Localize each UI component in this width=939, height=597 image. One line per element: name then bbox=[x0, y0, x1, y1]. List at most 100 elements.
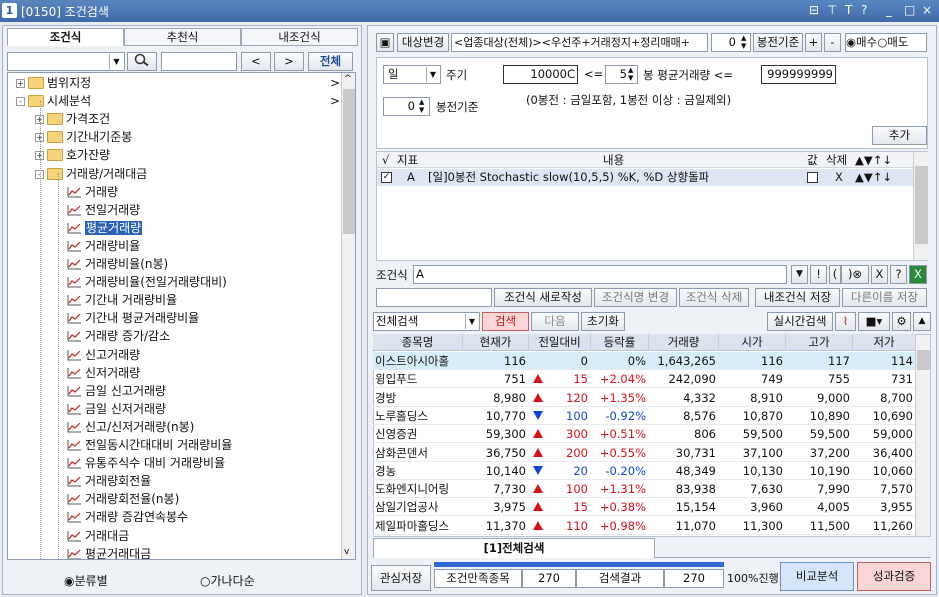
table-row[interactable]: 노루홀딩스 10,770 100 -0.92% 8,576 10,870 10,890 10,… bbox=[373, 407, 916, 425]
column-header[interactable]: 전일대비 bbox=[529, 334, 591, 351]
indicator-row[interactable]: ✓ A [일]0봉전 Stochastic slow(10,5,5) %K, %… bbox=[377, 169, 914, 186]
prev-button[interactable]: < bbox=[241, 52, 271, 71]
tree-folder-0[interactable]: 범위지정 bbox=[47, 74, 91, 92]
table-scrollbar[interactable] bbox=[915, 335, 930, 536]
table-row[interactable]: 도화엔지니어링 7,730 100 +1.31% 83,938 7,630 7,990 7,5… bbox=[373, 480, 916, 499]
chevron-down-icon[interactable]: ▼ bbox=[109, 54, 123, 69]
column-header[interactable]: 시가 bbox=[719, 334, 786, 351]
tree-folder-4[interactable]: 호가잔량 bbox=[66, 146, 110, 164]
volume-min-input[interactable]: 10000C bbox=[503, 65, 578, 84]
chevron-right-icon[interactable]: > bbox=[330, 92, 340, 110]
tree-folder-2[interactable]: 가격조건 bbox=[66, 110, 110, 128]
minus-button[interactable]: - bbox=[824, 33, 841, 52]
table-row[interactable]: 신영증권 59,300 300 +0.51% 806 59,500 59,500 59,000 bbox=[373, 425, 916, 444]
formula-input[interactable]: A bbox=[413, 265, 787, 284]
tab-my-condition[interactable]: 내조건식 bbox=[241, 28, 358, 46]
new-condition-button[interactable]: 조건식 새로작성 bbox=[494, 288, 592, 307]
tree-item-13[interactable]: 기간내 평균거래량비율 bbox=[85, 309, 199, 327]
layout-icon[interactable]: ⊟ bbox=[809, 3, 819, 17]
menu-dropdown-icon[interactable]: ■▾ bbox=[858, 312, 890, 331]
tab-condition[interactable]: 조건식 bbox=[7, 28, 124, 46]
search-button[interactable] bbox=[127, 52, 157, 71]
checkbox-checked-icon[interactable]: ✓ bbox=[381, 172, 392, 183]
realtime-search-button[interactable]: 실시간검색 bbox=[767, 312, 833, 331]
target-change-button[interactable]: 대상변경 bbox=[397, 33, 449, 52]
help-icon[interactable]: ? bbox=[861, 3, 867, 17]
formula-help-button[interactable]: ? bbox=[890, 265, 907, 284]
column-header[interactable]: 등락률 bbox=[591, 334, 649, 351]
radio-category[interactable]: ◉분류별 bbox=[64, 572, 108, 589]
search-input[interactable] bbox=[161, 52, 237, 71]
table-row[interactable]: 제일파마홀딩스 11,370 110 +0.98% 11,070 11,300 11,500… bbox=[373, 517, 916, 535]
value-checkbox[interactable] bbox=[807, 172, 818, 183]
radio-alpha[interactable]: ○가나다순 bbox=[200, 572, 255, 589]
tree-item-20[interactable]: 전일동시간대대비 거래량비율 bbox=[85, 436, 232, 454]
buy-sell-radio[interactable]: ◉매수○매도 bbox=[845, 33, 927, 52]
indicator-scrollbar[interactable] bbox=[913, 152, 928, 260]
reset-button[interactable]: 초기화 bbox=[581, 312, 625, 331]
collapse-icon[interactable]: ▲ bbox=[913, 312, 931, 331]
expand-icon[interactable]: + bbox=[16, 79, 25, 88]
condition-tree[interactable]: ^ v + 범위지정 > - 시세분석 > + 가격조건 + 기간내기준봉 + 호가잔량 - 거래량/거래… bbox=[7, 72, 356, 560]
tree-folder-3[interactable]: 기간내기준봉 bbox=[66, 128, 132, 146]
tree-item-22[interactable]: 거래량회전율 bbox=[85, 472, 151, 490]
tree-item-11[interactable]: 거래량비율(전일거래량대비) bbox=[85, 273, 227, 291]
close-icon[interactable]: × bbox=[922, 3, 932, 17]
tree-item-26[interactable]: 평균거래대금 bbox=[85, 545, 151, 559]
tree-folder-5[interactable]: 거래량/거래대금 bbox=[66, 165, 147, 183]
tree-item-7[interactable]: 전일거래량 bbox=[85, 201, 140, 219]
table-row[interactable]: 윙입푸드 751 15 +2.04% 242,090 749 755 731 bbox=[373, 370, 916, 389]
tree-item-19[interactable]: 신고/신저거래량(n봉) bbox=[85, 418, 194, 436]
tree-item-8[interactable]: 평균거래량 bbox=[85, 219, 143, 237]
next-button[interactable]: > bbox=[274, 52, 304, 71]
excel-icon[interactable]: X bbox=[909, 265, 927, 284]
paren-open-button[interactable]: ( bbox=[829, 265, 841, 284]
tree-item-17[interactable]: 금일 신고거래량 bbox=[85, 382, 166, 400]
save-interest-button[interactable]: 관심저장 bbox=[371, 565, 431, 591]
tab-recommend[interactable]: 추천식 bbox=[124, 28, 241, 46]
tree-item-10[interactable]: 거래량비율(n봉) bbox=[85, 255, 168, 273]
tree-folder-1[interactable]: 시세분석 bbox=[47, 92, 91, 110]
table-row[interactable]: 이스트아시아홀 116 0 0% 1,643,265 116 117 114 bbox=[373, 352, 916, 370]
save-my-condition-button[interactable]: 내조건식 저장 bbox=[755, 288, 840, 307]
maximize-icon[interactable]: □ bbox=[904, 3, 915, 17]
add-button[interactable]: 추가 bbox=[872, 126, 927, 145]
table-row[interactable]: 삼화콘덴서 36,750 200 +0.55% 30,731 37,100 37,200 36… bbox=[373, 444, 916, 462]
volume-max-input[interactable]: 999999999 bbox=[761, 65, 836, 84]
tree-item-25[interactable]: 거래대금 bbox=[85, 527, 129, 545]
table-row[interactable]: 경농 10,140 20 -0.20% 48,349 10,130 10,190 10,060 bbox=[373, 462, 916, 480]
column-header[interactable]: 고가 bbox=[786, 334, 853, 351]
bong-basis-button[interactable]: 봉전기준 bbox=[753, 33, 803, 52]
delete-icon[interactable]: X bbox=[835, 169, 843, 186]
condition-name-input[interactable] bbox=[376, 288, 492, 307]
settings-toggle-icon[interactable]: ▣ bbox=[376, 33, 394, 52]
tree-item-12[interactable]: 기간내 거래량비율 bbox=[85, 291, 177, 309]
table-row[interactable]: 경방 8,980 120 +1.35% 4,332 8,910 9,000 8,700 bbox=[373, 389, 916, 407]
pin-icon[interactable]: ⊤ bbox=[827, 3, 837, 17]
tree-item-9[interactable]: 거래량비율 bbox=[85, 237, 140, 255]
tree-scrollbar[interactable]: ^ v bbox=[341, 73, 355, 559]
clear-button[interactable]: X bbox=[871, 265, 888, 284]
chevron-right-icon[interactable]: > bbox=[330, 74, 340, 92]
table-row[interactable]: 삼일기업공사 3,975 15 +0.38% 15,154 3,960 4,005 3,955 bbox=[373, 498, 916, 517]
not-button[interactable]: ! bbox=[810, 265, 827, 284]
compare-button[interactable]: 비교분석 bbox=[780, 562, 854, 591]
column-header[interactable]: 거래량 bbox=[649, 334, 719, 351]
tree-item-6[interactable]: 거래량 bbox=[85, 183, 118, 201]
search-run-button[interactable]: 검색 bbox=[482, 312, 529, 331]
paren-close-button[interactable]: )⊗ bbox=[841, 265, 869, 284]
next-page-button[interactable]: 다음 bbox=[531, 312, 579, 331]
delete-condition-button[interactable]: 조건식 삭제 bbox=[679, 288, 749, 307]
tree-item-16[interactable]: 신저거래량 bbox=[85, 364, 140, 382]
verify-button[interactable]: 성과검증 bbox=[857, 562, 931, 591]
tree-item-15[interactable]: 신고거래량 bbox=[85, 346, 140, 364]
column-header[interactable]: 현재가 bbox=[463, 334, 529, 351]
font-icon[interactable]: T bbox=[845, 3, 852, 17]
formula-dropdown-button[interactable]: ▼ bbox=[791, 265, 808, 284]
tab-all-search[interactable]: [1]전체검색 bbox=[373, 538, 655, 558]
column-header[interactable]: 종목명 bbox=[373, 334, 463, 351]
tree-item-14[interactable]: 거래량 증가/감소 bbox=[85, 327, 170, 345]
chart-icon[interactable]: ⌇ bbox=[835, 312, 856, 331]
period-select[interactable]: 일 ▼ bbox=[383, 65, 441, 84]
tree-item-21[interactable]: 유통주식수 대비 거래량비율 bbox=[85, 454, 225, 472]
